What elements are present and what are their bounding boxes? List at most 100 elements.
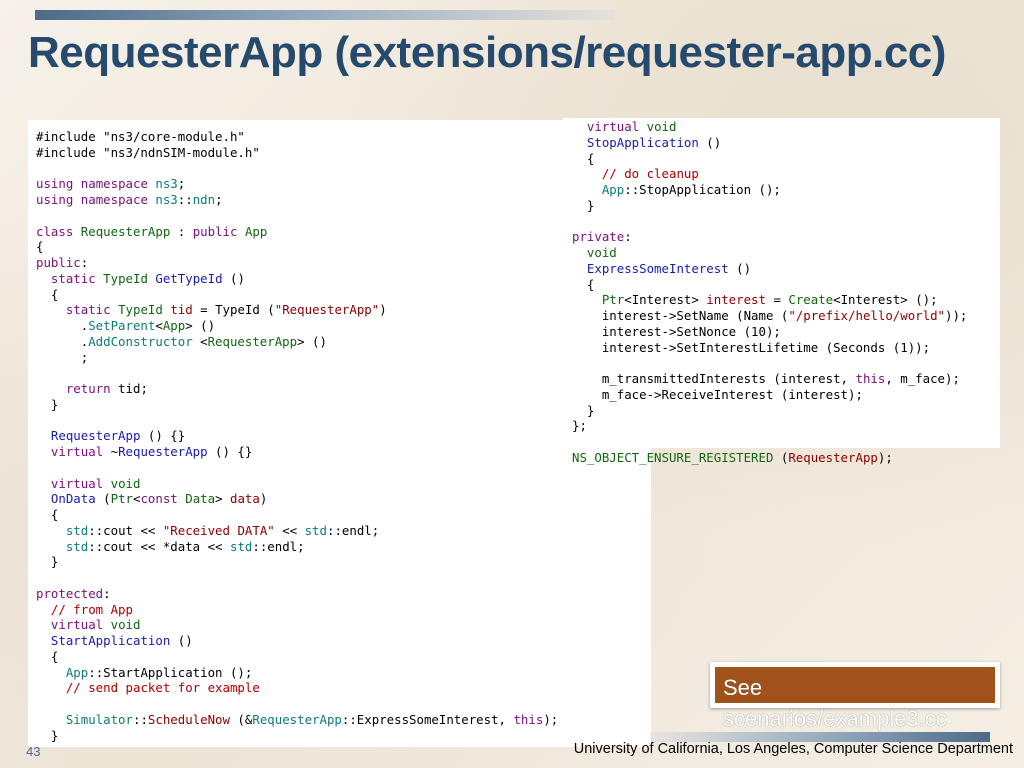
code-token: < bbox=[155, 318, 163, 333]
code-token: ::ExpressSomeInterest, bbox=[341, 711, 514, 727]
code-line: NS_OBJECT_ENSURE_REGISTERED (RequesterAp… bbox=[572, 450, 1000, 466]
top-accent-bar bbox=[35, 10, 615, 20]
code-line: { bbox=[36, 507, 651, 523]
code-token: () bbox=[728, 260, 752, 276]
code-token: const bbox=[140, 491, 178, 507]
code-line: #include "ns3/ndnSIM-module.h" bbox=[36, 145, 651, 161]
code-token: { bbox=[572, 150, 595, 166]
code-line: interest->SetInterestLifetime (Seconds (… bbox=[572, 340, 1000, 356]
code-token: ; bbox=[36, 349, 89, 365]
code-token: // do cleanup bbox=[601, 166, 699, 182]
code-token: , m_face); bbox=[885, 371, 960, 386]
code-block-right: virtual void StopApplication () { // do … bbox=[563, 118, 1000, 466]
code-line: } bbox=[36, 728, 651, 744]
code-line: StartApplication () bbox=[36, 633, 651, 649]
code-token: "RequesterApp" bbox=[274, 302, 380, 318]
code-line: } bbox=[36, 554, 651, 570]
code-line: { bbox=[36, 287, 651, 303]
code-token: > () bbox=[185, 318, 216, 333]
code-token: namespace bbox=[80, 176, 148, 192]
code-token: protected bbox=[36, 585, 104, 601]
code-token: AddConstructor bbox=[88, 333, 193, 349]
code-token: StartApplication bbox=[50, 633, 171, 648]
code-token: void bbox=[646, 119, 677, 134]
code-line: { bbox=[572, 277, 1000, 293]
code-line: .SetParent<App> () bbox=[36, 318, 651, 334]
code-token: RequesterApp bbox=[50, 428, 141, 444]
code-token: interest bbox=[706, 292, 766, 308]
see-label: See bbox=[723, 675, 763, 700]
code-token: { bbox=[36, 286, 59, 302]
see-path-link[interactable]: scenarios/example3.cc bbox=[723, 703, 1003, 734]
code-line: virtual void bbox=[36, 476, 651, 492]
code-token: Simulator bbox=[65, 711, 133, 727]
code-token: } bbox=[36, 727, 59, 743]
code-line: m_transmittedInterests (interest, this, … bbox=[572, 371, 1000, 387]
code-token: using bbox=[36, 176, 74, 192]
code-token: "/prefix/hello/world" bbox=[788, 308, 945, 323]
code-token: Ptr bbox=[601, 292, 625, 308]
code-line: StopApplication () bbox=[572, 135, 1000, 151]
code-token: } bbox=[36, 396, 59, 412]
code-token: virtual bbox=[50, 444, 104, 459]
code-token: std bbox=[65, 522, 89, 538]
code-token: () bbox=[222, 270, 245, 286]
code-token: static bbox=[65, 302, 111, 318]
code-token: : bbox=[103, 585, 111, 601]
code-token: ns3 bbox=[155, 192, 178, 207]
code-token: data bbox=[230, 491, 260, 507]
code-token: static bbox=[50, 270, 96, 286]
code-token: { bbox=[36, 648, 59, 664]
code-token: } bbox=[36, 554, 59, 570]
code-token: }; bbox=[572, 418, 587, 434]
code-line: { bbox=[36, 649, 651, 665]
code-token: // send packet for example bbox=[65, 680, 260, 696]
code-token: { bbox=[36, 507, 59, 522]
code-line: OnData (Ptr<const Data> data) bbox=[36, 491, 651, 507]
code-token: public bbox=[36, 255, 81, 270]
code-token: virtual bbox=[586, 119, 640, 134]
code-token: std bbox=[304, 522, 327, 538]
code-line: } bbox=[36, 397, 651, 413]
code-line: public: bbox=[36, 255, 651, 271]
code-line: virtual ~RequesterApp () {} bbox=[36, 444, 651, 460]
code-token: App bbox=[65, 664, 89, 680]
code-line: interest->SetNonce (10); bbox=[572, 324, 1000, 340]
code-token: () bbox=[170, 633, 193, 648]
code-token: () {} bbox=[207, 444, 253, 459]
code-token: NS_OBJECT_ENSURE_REGISTERED bbox=[572, 449, 774, 465]
code-token: << bbox=[274, 522, 305, 538]
code-token: > () bbox=[297, 333, 327, 349]
code-token: ScheduleNow bbox=[147, 711, 230, 727]
code-line: return tid; bbox=[36, 381, 651, 397]
code-token: { bbox=[36, 239, 44, 255]
code-token: virtual bbox=[50, 617, 104, 633]
code-token: : bbox=[624, 229, 632, 245]
code-token: ::cout << *data << bbox=[88, 538, 230, 554]
code-token: return bbox=[65, 381, 111, 396]
code-token: OnData bbox=[50, 491, 96, 507]
code-token: ::endl; bbox=[252, 538, 305, 554]
code-line: static TypeId tid = TypeId ("RequesterAp… bbox=[36, 302, 651, 318]
code-token: ::StopApplication (); bbox=[624, 182, 781, 197]
code-token: = bbox=[765, 292, 789, 308]
code-token: RequesterApp bbox=[118, 444, 208, 459]
code-line: } bbox=[572, 198, 1000, 214]
